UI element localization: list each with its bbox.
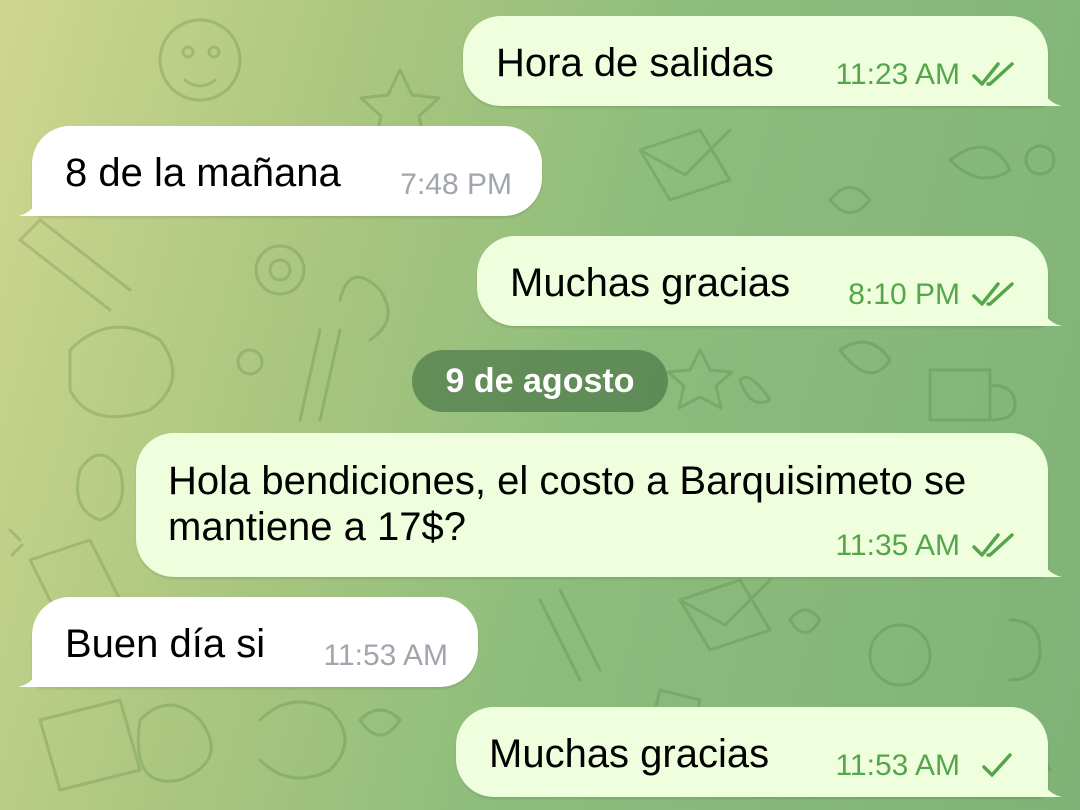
message-bubble-outgoing[interactable]: Muchas gracias 11:53 AM [456,707,1062,797]
double-check-icon [972,62,1014,86]
message-time: 11:35 AM [835,529,960,562]
message-text: Muchas gracias [510,261,791,305]
message-text: Muchas gracias [489,732,770,776]
message-meta: 8:10 PM [848,278,1018,312]
single-check-icon [982,753,1012,777]
bubble-tail [1040,302,1062,326]
message-time: 8:10 PM [848,278,960,311]
bubble-tail [1040,82,1062,106]
message-meta: 11:53 AM [323,639,448,673]
message-meta: 11:35 AM [835,529,1018,563]
bubble-tail [18,192,40,216]
message-bubble-outgoing[interactable]: Hola bendiciones, el costo a Barquisimet… [136,433,1062,577]
bubble-tail [1040,773,1062,797]
double-check-icon [972,282,1014,306]
message-meta: 11:23 AM [835,58,1018,92]
message-text: Buen día si [65,622,266,666]
message-time: 7:48 PM [400,168,512,201]
message-time: 11:23 AM [835,58,960,91]
message-text: Hora de salidas [496,41,774,85]
message-bubble-incoming[interactable]: Buen día si 11:53 AM [18,597,478,687]
double-check-icon [972,533,1014,557]
message-bubble-outgoing[interactable]: Hora de salidas 11:23 AM [463,16,1062,106]
message-time: 11:53 AM [323,639,448,672]
date-separator: 9 de agosto [412,350,668,412]
bubble-tail [18,663,40,687]
message-time: 11:53 AM [835,749,960,782]
message-meta: 7:48 PM [400,168,512,202]
message-bubble-incoming[interactable]: 8 de la mañana 7:48 PM [18,126,542,216]
message-bubble-outgoing[interactable]: Muchas gracias 8:10 PM [477,236,1062,326]
bubble-tail [1040,553,1062,577]
message-text: 8 de la mañana [65,151,341,195]
message-meta: 11:53 AM [835,749,1018,783]
